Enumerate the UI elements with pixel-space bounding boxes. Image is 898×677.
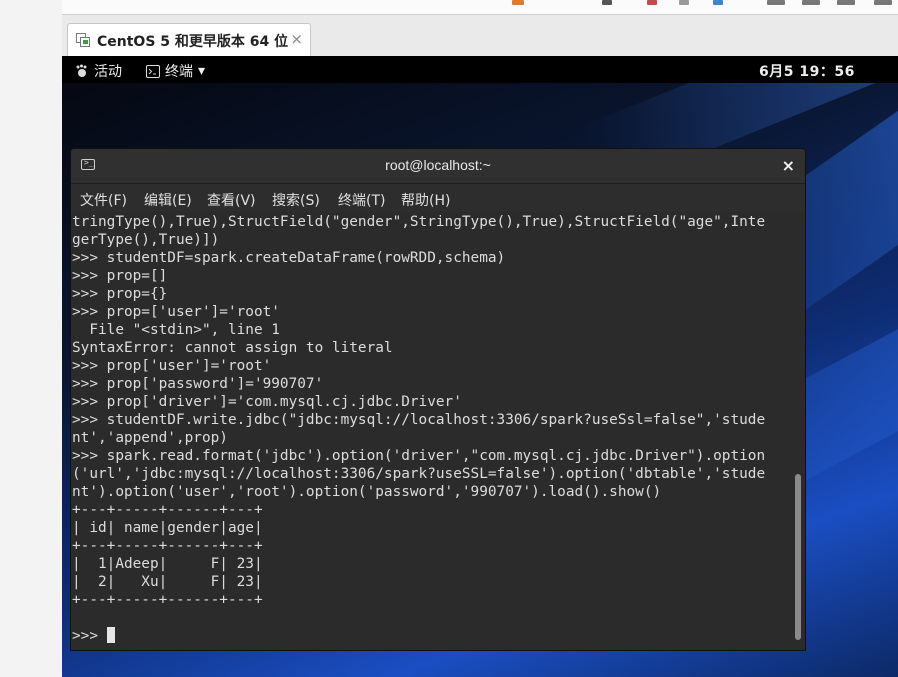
host-tab-bar: CentOS 5 和更早版本 64 位 × xyxy=(62,15,898,56)
terminal-line: +---+-----+------+---+ xyxy=(72,502,263,518)
toolbar-icon-fullscreen[interactable] xyxy=(837,0,855,5)
terminal-line: | 2| Xu| F| 23| xyxy=(72,574,263,590)
toolbar-icon-forward[interactable] xyxy=(679,0,689,5)
menu-terminal[interactable]: 终端(T) xyxy=(338,190,385,210)
terminal-line: >>> studentDF.write.jdbc("jdbc:mysql://l… xyxy=(72,412,766,428)
terminal-window[interactable]: >_ root@localhost:~ × 文件(F) 编辑(E) 查看(V) … xyxy=(70,148,806,651)
terminal-line: File "<stdin>", line 1 xyxy=(72,322,280,338)
terminal-menubar: 文件(F) 编辑(E) 查看(V) 搜索(S) 终端(T) 帮助(H) xyxy=(71,184,805,212)
terminal-line: gerType(),True)]) xyxy=(72,232,220,248)
host-side-panel xyxy=(0,0,63,677)
terminal-line: +---+-----+------+---+ xyxy=(72,592,263,608)
activities-label: 活动 xyxy=(94,64,122,80)
activities-button[interactable]: 活动 xyxy=(75,61,122,81)
close-icon[interactable]: × xyxy=(290,30,303,48)
terminal-prompt: >>> xyxy=(72,628,107,644)
vm-tab-label: CentOS 5 和更早版本 64 位 xyxy=(97,34,289,50)
terminal-icon xyxy=(146,64,160,78)
terminal-line: >>> prop['driver']='com.mysql.cj.jdbc.Dr… xyxy=(72,394,462,410)
toolbar-icon-minimize[interactable] xyxy=(802,0,820,5)
terminal-line: >>> prop['password']='990707' xyxy=(72,376,324,392)
menu-edit[interactable]: 编辑(E) xyxy=(144,190,192,210)
terminal-line: >>> prop=['user']='root' xyxy=(72,304,280,320)
terminal-line: ('url','jdbc:mysql://localhost:3306/spar… xyxy=(72,466,766,482)
terminal-line: SyntaxError: cannot assign to literal xyxy=(72,340,393,356)
toolbar-icon-arrow[interactable] xyxy=(602,0,612,5)
host-toolbar xyxy=(62,0,898,15)
terminal-prompt-line[interactable]: >>> xyxy=(72,627,765,645)
terminal-lines: tringType(),True),StructField("gender",S… xyxy=(72,213,765,645)
terminal-line: nt').option('user','root').option('passw… xyxy=(72,484,662,500)
terminal-output[interactable]: tringType(),True),StructField("gender",S… xyxy=(71,212,805,650)
terminal-line: +---+-----+------+---+ xyxy=(72,538,263,554)
gnome-foot-icon xyxy=(76,64,87,77)
terminal-line: >>> prop['user']='root' xyxy=(72,358,272,374)
chevron-down-icon: ▾ xyxy=(198,63,206,79)
toolbar-icon-window[interactable] xyxy=(767,0,785,5)
menu-file[interactable]: 文件(F) xyxy=(80,190,127,210)
terminal-line: >>> studentDF=spark.createDataFrame(rowR… xyxy=(72,250,506,266)
terminal-line: | 1|Adeep| F| 23| xyxy=(72,556,263,572)
toolbar-icon-unity[interactable] xyxy=(874,0,892,5)
terminal-cursor xyxy=(106,627,115,643)
terminal-line: >>> spark.read.format('jdbc').option('dr… xyxy=(72,448,766,464)
vm-desktop: 活动 终端 ▾ 6月5 19：56 >_ root@localhost:~ × … xyxy=(62,56,898,677)
toolbar-icon-orange[interactable] xyxy=(512,0,524,5)
clock[interactable]: 6月5 19：56 xyxy=(759,61,855,81)
close-icon[interactable]: × xyxy=(782,156,795,175)
terminal-line: nt','append',prop) xyxy=(72,430,228,446)
toolbar-icon-back[interactable] xyxy=(647,0,657,5)
gnome-top-bar: 活动 终端 ▾ 6月5 19：56 xyxy=(62,56,898,83)
vm-tab[interactable]: CentOS 5 和更早版本 64 位 × xyxy=(67,23,311,56)
terminal-title: root@localhost:~ xyxy=(385,157,491,173)
app-menu-label: 终端 xyxy=(165,64,193,80)
toolbar-icon-refresh[interactable] xyxy=(713,0,723,5)
menu-help[interactable]: 帮助(H) xyxy=(401,190,450,210)
vm-icon xyxy=(76,33,90,47)
scrollbar-thumb[interactable] xyxy=(795,474,801,640)
app-menu-button[interactable]: 终端 ▾ xyxy=(146,61,205,81)
menu-search[interactable]: 搜索(S) xyxy=(272,190,320,210)
terminal-line: >>> prop={} xyxy=(72,286,168,302)
terminal-titlebar[interactable]: >_ root@localhost:~ × xyxy=(71,149,805,184)
terminal-line: >>> prop=[] xyxy=(72,268,168,284)
menu-view[interactable]: 查看(V) xyxy=(207,190,256,210)
terminal-line: tringType(),True),StructField("gender",S… xyxy=(72,214,766,230)
terminal-line: | id| name|gender|age| xyxy=(72,520,263,536)
